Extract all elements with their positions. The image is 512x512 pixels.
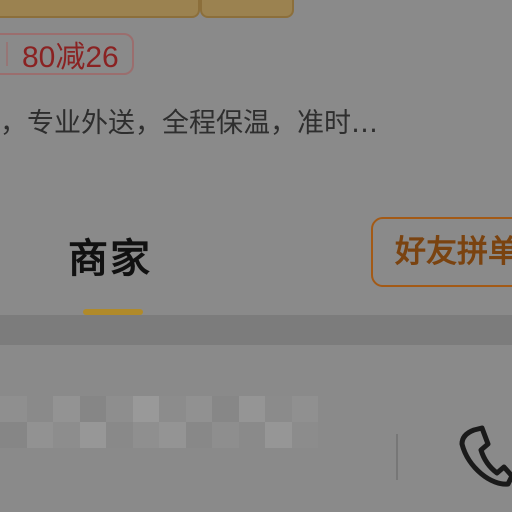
mosaic-cell bbox=[26, 396, 53, 422]
group-buy-button[interactable]: 好友拼单 bbox=[371, 217, 512, 287]
mosaic-cell bbox=[291, 396, 318, 422]
mosaic-cell bbox=[238, 396, 265, 422]
mosaic-cell bbox=[53, 422, 80, 448]
mosaic-cell bbox=[53, 396, 80, 422]
phone-icon[interactable] bbox=[456, 424, 512, 488]
mosaic-cell bbox=[0, 422, 27, 448]
mosaic-cell bbox=[265, 396, 292, 422]
mosaic-cell bbox=[238, 422, 265, 448]
mosaic-cell bbox=[26, 422, 53, 448]
mosaic-cell bbox=[132, 422, 159, 448]
mosaic-cell bbox=[291, 422, 318, 448]
tab-merchant[interactable]: 商家 bbox=[68, 226, 152, 284]
mosaic-cell bbox=[159, 422, 186, 448]
mosaic-cell bbox=[185, 396, 212, 422]
coupon-separator bbox=[6, 42, 8, 66]
mosaic-cell bbox=[185, 422, 212, 448]
mosaic-cell bbox=[265, 422, 292, 448]
mosaic-cell bbox=[132, 396, 159, 422]
mosaic-cell bbox=[159, 396, 186, 422]
top-action-button-left[interactable] bbox=[0, 0, 200, 18]
mosaic-cell bbox=[79, 396, 106, 422]
vertical-divider bbox=[396, 434, 398, 480]
mosaic-cell bbox=[79, 422, 106, 448]
mosaic-cell bbox=[106, 396, 133, 422]
coupon-tag[interactable]: 80减26 bbox=[0, 33, 134, 75]
pixelated-address bbox=[0, 396, 318, 448]
mosaic-cell bbox=[212, 396, 239, 422]
mosaic-cell bbox=[212, 422, 239, 448]
top-action-button-right[interactable] bbox=[200, 0, 294, 18]
store-description: ，专业外送，全程保温，准时… bbox=[0, 108, 378, 139]
mosaic-cell bbox=[106, 422, 133, 448]
coupon-text: 80减26 bbox=[22, 41, 119, 74]
store-page: 80减26 ，专业外送，全程保温，准时… 商家 好友拼单 bbox=[0, 0, 512, 512]
section-divider bbox=[0, 315, 512, 345]
mosaic-cell bbox=[0, 396, 27, 422]
